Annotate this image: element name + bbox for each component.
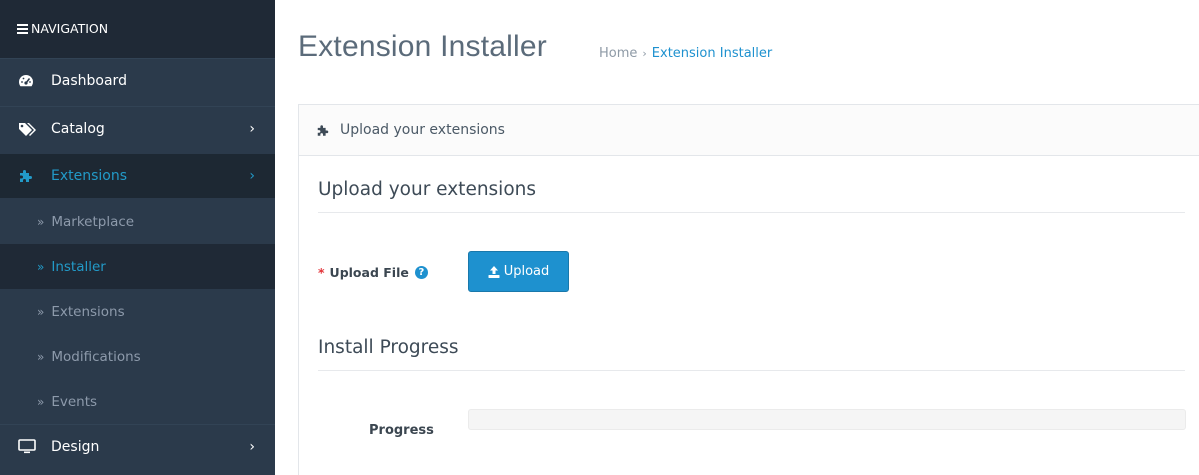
double-chevron-icon: » — [37, 349, 45, 364]
breadcrumb-current[interactable]: Extension Installer — [652, 46, 772, 61]
double-chevron-icon: » — [37, 259, 45, 274]
double-chevron-icon: » — [37, 214, 45, 229]
breadcrumb-home[interactable]: Home — [599, 46, 637, 61]
section-title-upload: Upload your extensions — [318, 179, 537, 200]
sidebar-item-catalog[interactable]: Catalog › — [0, 106, 275, 150]
section-title-progress: Install Progress — [318, 337, 459, 358]
panel-heading-label: Upload your extensions — [340, 122, 505, 138]
upload-icon — [488, 265, 500, 278]
hamburger-icon — [17, 22, 28, 36]
install-progress-bar — [468, 409, 1186, 430]
upload-file-label-text: Upload File — [329, 265, 409, 280]
sidebar-item-label: Dashboard — [51, 72, 127, 89]
help-icon[interactable]: ? — [414, 266, 428, 279]
sidebar-subitem-modifications[interactable]: » Modifications — [0, 334, 275, 379]
puzzle-icon — [316, 123, 332, 137]
sidebar-subitem-events[interactable]: » Events — [0, 379, 275, 424]
divider — [318, 212, 1185, 213]
double-chevron-icon: » — [37, 304, 45, 319]
sidebar-subitem-label: Installer — [51, 258, 106, 275]
sidebar-item-label: Extensions — [51, 168, 128, 184]
monitor-icon — [18, 439, 40, 455]
sidebar-subitem-label: Marketplace — [51, 213, 135, 230]
double-chevron-icon: » — [37, 394, 45, 409]
divider — [318, 370, 1185, 371]
breadcrumb: Home › Extension Installer — [599, 46, 772, 61]
nav-header-label: NAVIGATION — [31, 21, 109, 36]
sidebar-subitem-extensions[interactable]: » Extensions — [0, 289, 275, 334]
sidebar-subitem-label: Modifications — [51, 348, 141, 365]
progress-label: Progress — [369, 423, 434, 438]
sidebar-item-label: Design — [51, 438, 100, 455]
page-title: Extension Installer — [298, 30, 547, 63]
chevron-right-icon: › — [249, 439, 255, 455]
dashboard-icon — [18, 73, 40, 89]
breadcrumb-separator: › — [642, 47, 647, 60]
sidebar-item-label: Catalog — [51, 120, 105, 137]
upload-button-label: Upload — [503, 264, 550, 279]
required-mark: * — [318, 265, 325, 280]
sidebar-item-dashboard[interactable]: Dashboard — [0, 58, 275, 102]
sidebar-subitem-installer[interactable]: » Installer — [0, 244, 275, 289]
puzzle-icon — [18, 168, 40, 184]
upload-button[interactable]: Upload — [468, 251, 569, 292]
sidebar-subitem-marketplace[interactable]: » Marketplace — [0, 199, 275, 244]
sidebar-item-extensions[interactable]: Extensions › — [0, 154, 275, 198]
panel-heading: Upload your extensions — [299, 105, 1199, 156]
tags-icon — [18, 121, 40, 137]
chevron-right-icon: › — [249, 168, 255, 184]
sidebar-subitem-label: Events — [51, 393, 98, 410]
nav-header[interactable]: NAVIGATION — [0, 0, 275, 58]
upload-file-label: * Upload File ? — [318, 265, 428, 280]
sidebar-item-design[interactable]: Design › — [0, 424, 275, 468]
upload-panel: Upload your extensions Upload your exten… — [298, 104, 1199, 475]
chevron-right-icon: › — [249, 121, 255, 137]
sidebar-subitem-label: Extensions — [51, 303, 125, 320]
sidebar: NAVIGATION Dashboard Catalog › Extension… — [0, 0, 275, 475]
